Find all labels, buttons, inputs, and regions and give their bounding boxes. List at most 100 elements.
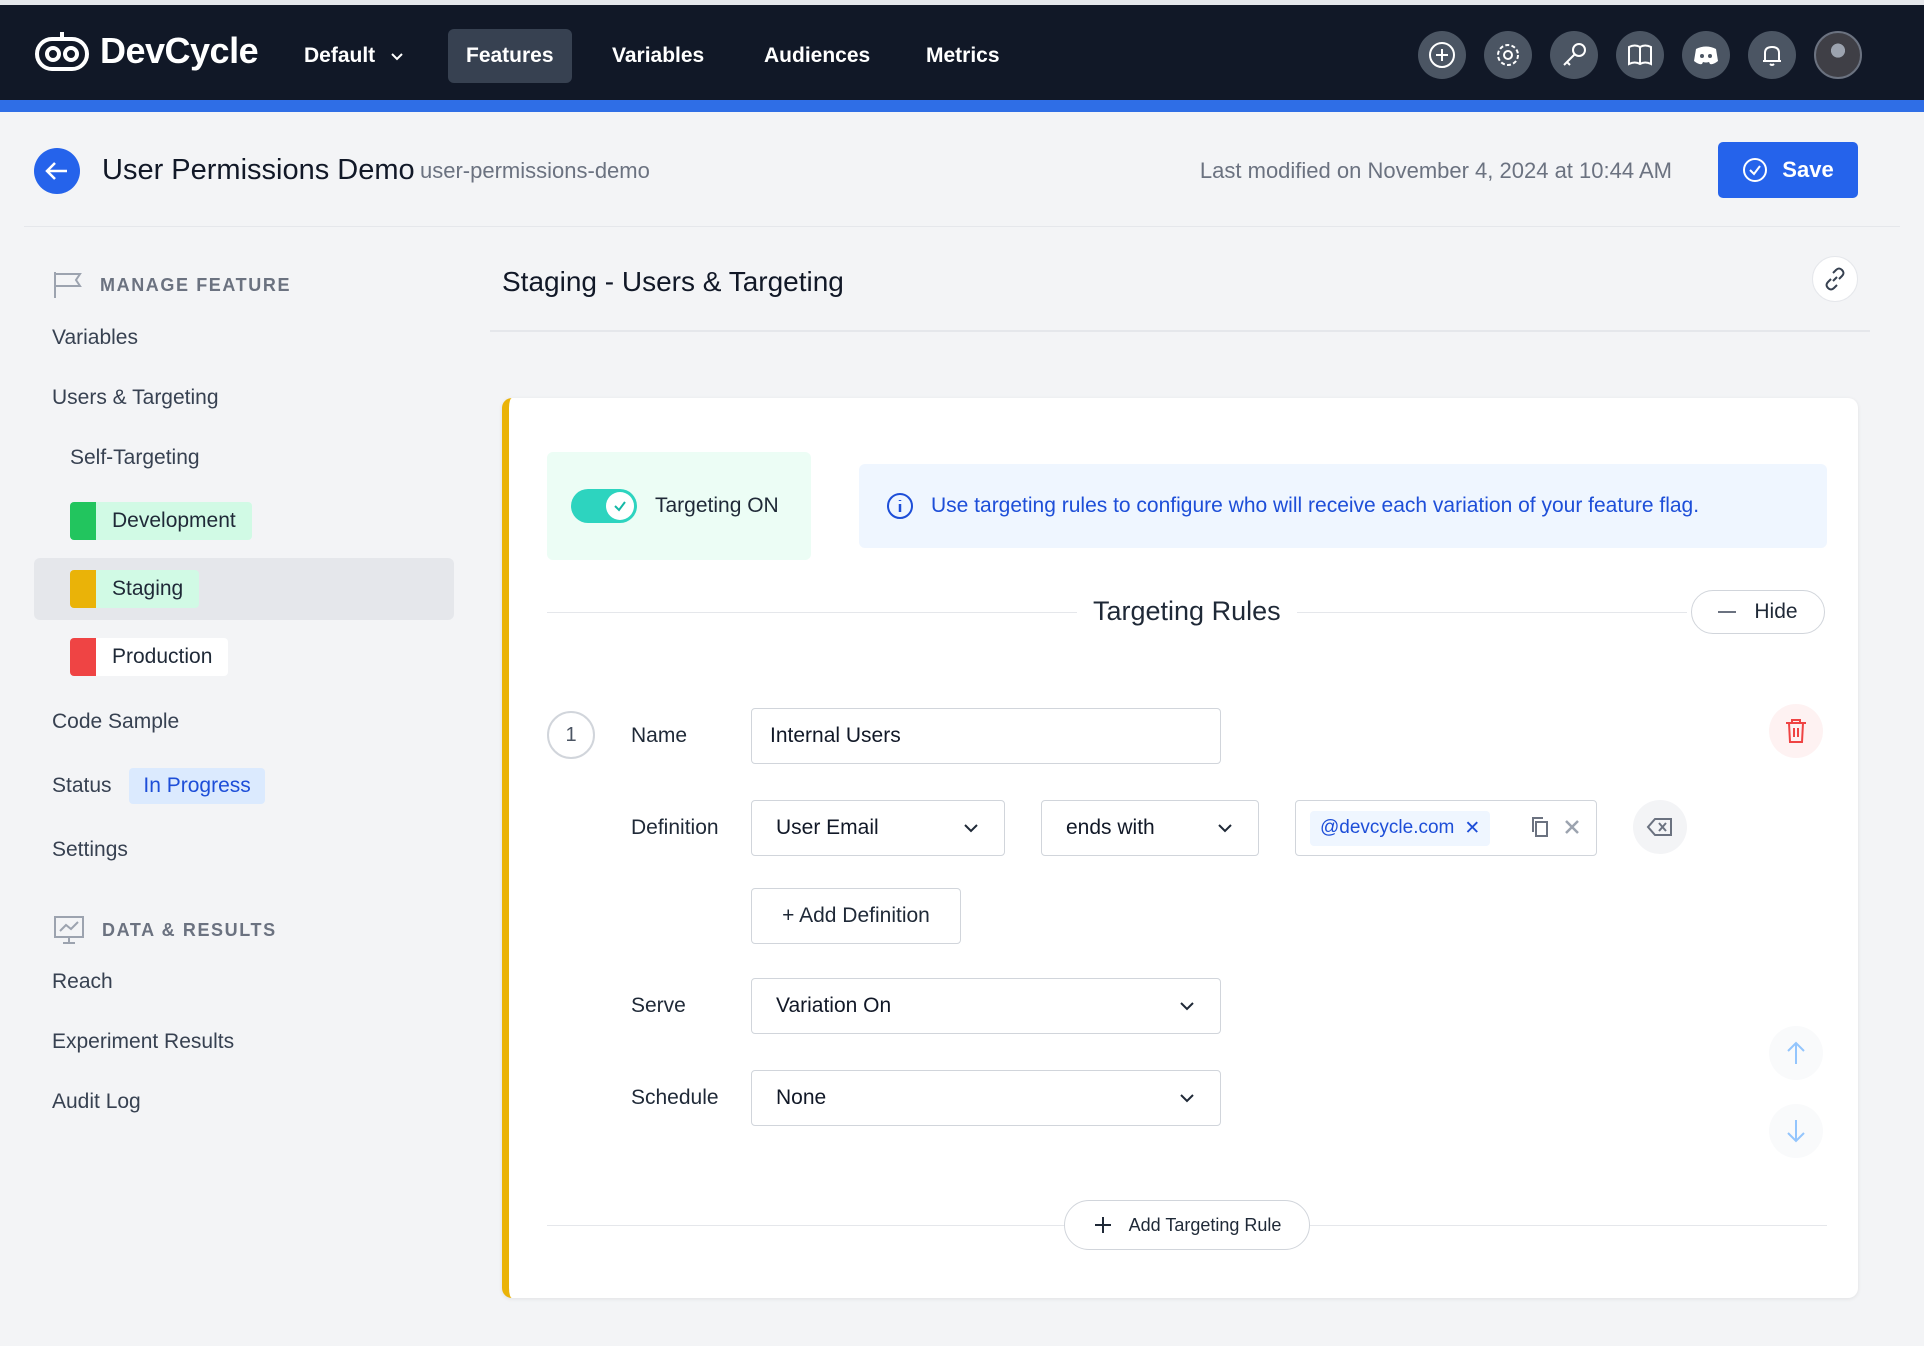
chevron-down-icon — [391, 53, 403, 61]
tag-input-actions — [1530, 816, 1580, 838]
brand-name: DevCycle — [100, 30, 259, 71]
add-definition-button[interactable]: + Add Definition — [751, 888, 961, 944]
operator-value: ends with — [1066, 816, 1155, 839]
schedule-label: Schedule — [631, 1086, 719, 1109]
schedule-select[interactable]: None — [751, 1070, 1221, 1126]
env-staging[interactable]: Staging — [70, 570, 200, 608]
discord-icon — [1694, 46, 1718, 65]
feature-title: User Permissions Demo — [102, 154, 415, 186]
nav-icon-group — [1418, 31, 1862, 79]
delete-rule-button[interactable] — [1769, 704, 1823, 758]
targeting-toggle-label: Targeting ON — [655, 494, 779, 517]
chevron-down-icon — [1180, 1094, 1194, 1103]
user-avatar[interactable] — [1814, 31, 1862, 79]
rules-divider-right — [1297, 612, 1687, 613]
plus-circle-icon — [1429, 42, 1455, 68]
arrow-left-icon — [45, 162, 67, 180]
move-rule-down-button[interactable] — [1769, 1104, 1823, 1158]
toggle-knob — [606, 492, 634, 520]
save-button[interactable]: Save — [1718, 142, 1858, 198]
section-title: Staging - Users & Targeting — [502, 266, 844, 297]
definition-label: Definition — [631, 816, 719, 839]
back-button[interactable] — [34, 148, 80, 194]
settings-button[interactable] — [1484, 31, 1532, 79]
sidebar-item-variables[interactable]: Variables — [52, 326, 138, 350]
sidebar-item-users-targeting[interactable]: Users & Targeting — [52, 386, 219, 410]
copy-link-button[interactable] — [1812, 256, 1858, 302]
link-icon — [1825, 267, 1845, 291]
env-label: Production — [96, 638, 229, 676]
env-color-swatch — [70, 570, 96, 608]
data-results-label: DATA & RESULTS — [102, 919, 277, 940]
rules-divider-left — [547, 612, 1077, 613]
clear-icon[interactable] — [1564, 819, 1580, 835]
targeting-toggle[interactable] — [571, 489, 637, 523]
targeting-toggle-box: Targeting ON — [547, 452, 811, 560]
hide-rules-button[interactable]: Hide — [1691, 590, 1825, 634]
serve-value: Variation On — [776, 994, 892, 1017]
minus-icon — [1718, 611, 1737, 613]
sidebar-item-code-sample[interactable]: Code Sample — [52, 710, 179, 734]
book-icon — [1628, 44, 1652, 66]
remove-definition-button[interactable] — [1633, 800, 1687, 854]
brand-logo[interactable]: DevCycle — [34, 29, 259, 73]
property-select[interactable]: User Email — [751, 800, 1005, 856]
nav-features[interactable]: Features — [448, 29, 572, 83]
sidebar-item-reach[interactable]: Reach — [52, 970, 113, 994]
env-label: Development — [96, 502, 252, 540]
manage-feature-label: MANAGE FEATURE — [100, 274, 292, 295]
env-label: Staging — [96, 570, 200, 608]
targeting-rules-title: Targeting Rules — [1093, 596, 1281, 626]
serve-select[interactable]: Variation On — [751, 978, 1221, 1034]
check-circle-icon — [1743, 158, 1768, 182]
discord-button[interactable] — [1682, 31, 1730, 79]
flag-icon — [54, 272, 82, 298]
plus-icon — [1094, 1217, 1111, 1233]
operator-select[interactable]: ends with — [1041, 800, 1259, 856]
env-development[interactable]: Development — [70, 502, 252, 540]
docs-button[interactable] — [1616, 31, 1664, 79]
values-tag-input[interactable]: @devcycle.com ✕ — [1295, 800, 1597, 856]
nav-metrics[interactable]: Metrics — [908, 29, 1018, 83]
presentation-chart-icon — [54, 916, 84, 944]
chevron-down-icon — [1218, 824, 1232, 833]
project-label: Default — [304, 44, 376, 67]
value-tag-text: @devcycle.com — [1320, 817, 1455, 838]
rule-name-input[interactable]: Internal Users — [751, 708, 1221, 764]
env-color-swatch — [70, 638, 96, 676]
api-keys-button[interactable] — [1550, 31, 1598, 79]
remove-tag-icon[interactable]: ✕ — [1464, 817, 1480, 840]
copy-icon[interactable] — [1530, 816, 1550, 838]
key-icon — [1563, 43, 1586, 66]
header-divider — [24, 226, 1900, 227]
status-badge: In Progress — [129, 768, 265, 804]
sidebar-item-experiment-results[interactable]: Experiment Results — [52, 1030, 234, 1054]
hide-label: Hide — [1754, 600, 1798, 623]
create-button[interactable] — [1418, 31, 1466, 79]
name-label: Name — [631, 724, 688, 747]
info-banner: Use targeting rules to configure who wil… — [859, 464, 1827, 548]
sidebar-item-self-targeting[interactable]: Self-Targeting — [70, 446, 200, 470]
sidebar-item-status[interactable]: Status In Progress — [52, 768, 265, 804]
gear-icon — [1497, 44, 1519, 66]
devcycle-logo-icon — [35, 32, 89, 71]
nav-audiences[interactable]: Audiences — [746, 29, 888, 83]
top-nav: DevCycle Default Features Variables Audi… — [0, 0, 1924, 112]
serve-label: Serve — [631, 994, 686, 1017]
add-targeting-rule-button[interactable]: Add Targeting Rule — [1064, 1200, 1310, 1250]
project-selector[interactable]: Default — [286, 29, 423, 83]
sidebar-item-audit-log[interactable]: Audit Log — [52, 1090, 141, 1114]
notifications-button[interactable] — [1748, 31, 1796, 79]
sidebar-item-settings[interactable]: Settings — [52, 838, 128, 862]
chevron-down-icon — [964, 824, 978, 833]
env-color-swatch — [70, 502, 96, 540]
value-tag: @devcycle.com ✕ — [1310, 810, 1491, 846]
feature-key: user-permissions-demo — [420, 158, 650, 183]
env-production[interactable]: Production — [70, 638, 229, 676]
backspace-icon — [1646, 818, 1672, 836]
nav-variables[interactable]: Variables — [594, 29, 722, 83]
move-rule-up-button[interactable] — [1769, 1026, 1823, 1080]
rule-number: 1 — [547, 711, 595, 759]
nav-accent-bar — [0, 100, 1924, 112]
schedule-value: None — [776, 1086, 827, 1109]
